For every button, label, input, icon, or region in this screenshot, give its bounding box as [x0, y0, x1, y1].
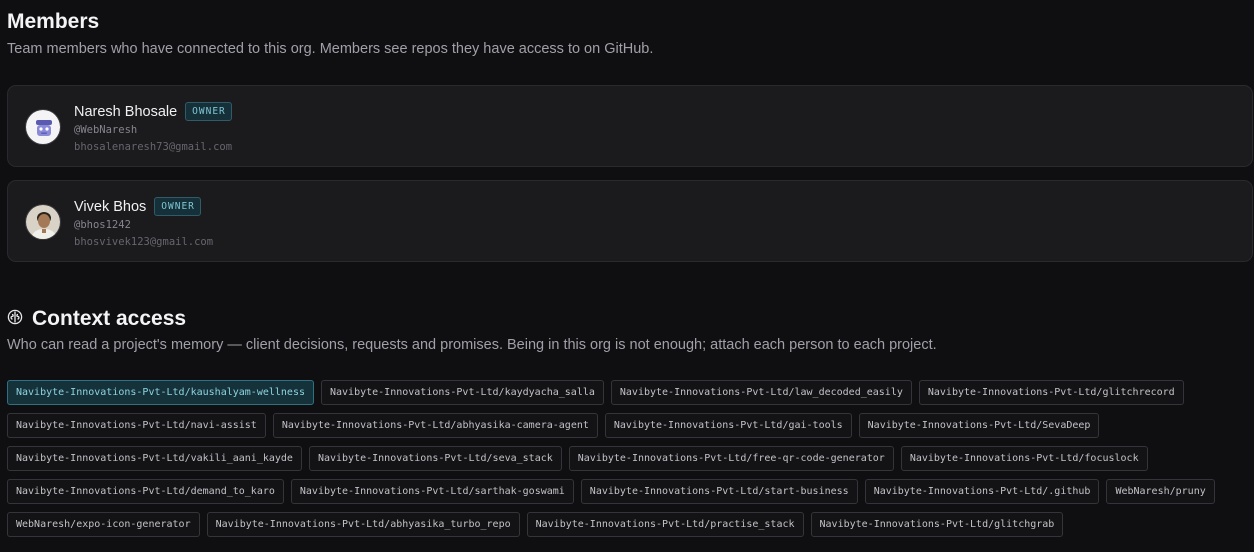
brain-icon — [7, 307, 32, 331]
project-tag[interactable]: Navibyte-Innovations-Pvt-Ltd/SevaDeep — [858, 413, 1100, 438]
member-card: Naresh Bhosale OWNER @WebNaresh bhosalen… — [7, 85, 1253, 167]
avatar — [25, 204, 61, 240]
members-subtitle: Team members who have connected to this … — [7, 41, 654, 57]
member-name: Vivek Bhos — [74, 198, 147, 215]
role-badge: OWNER — [185, 102, 232, 121]
avatar — [25, 109, 61, 145]
project-tag[interactable]: Navibyte-Innovations-Pvt-Ltd/start-busin… — [580, 479, 858, 504]
project-tag[interactable]: Navibyte-Innovations-Pvt-Ltd/law_decoded… — [610, 380, 912, 405]
project-tag[interactable]: Navibyte-Innovations-Pvt-Ltd/abhyasika-c… — [272, 413, 598, 438]
robot-avatar-icon — [26, 110, 60, 144]
project-tag[interactable]: Navibyte-Innovations-Pvt-Ltd/kaydyacha_s… — [320, 380, 604, 405]
person-avatar-icon — [26, 205, 60, 239]
project-tag[interactable]: Navibyte-Innovations-Pvt-Ltd/glitchgrab — [810, 512, 1064, 537]
project-tag[interactable]: Navibyte-Innovations-Pvt-Ltd/demand_to_k… — [7, 479, 284, 504]
context-access-subtitle: Who can read a project's memory — client… — [7, 337, 937, 353]
context-access-title: Context access — [32, 307, 187, 330]
member-handle: @bhos1242 — [74, 219, 131, 231]
project-tag[interactable]: Navibyte-Innovations-Pvt-Ltd/sarthak-gos… — [290, 479, 574, 504]
project-tag[interactable]: Navibyte-Innovations-Pvt-Ltd/navi-assist — [7, 413, 266, 438]
member-name: Naresh Bhosale — [74, 103, 178, 120]
role-badge: OWNER — [154, 197, 201, 216]
project-tag[interactable]: WebNaresh/expo-icon-generator — [7, 512, 200, 537]
project-tag[interactable]: Navibyte-Innovations-Pvt-Ltd/kaushalyam-… — [7, 380, 314, 405]
project-tag[interactable]: WebNaresh/pruny — [1106, 479, 1215, 504]
project-tag[interactable]: Navibyte-Innovations-Pvt-Ltd/gai-tools — [604, 413, 852, 438]
project-tag[interactable]: Navibyte-Innovations-Pvt-Ltd/free-qr-cod… — [568, 446, 894, 471]
member-email: bhosalenaresh73@gmail.com — [74, 141, 233, 153]
member-card: Vivek Bhos OWNER @bhos1242 bhosvivek123@… — [7, 180, 1253, 262]
project-tag[interactable]: Navibyte-Innovations-Pvt-Ltd/.github — [864, 479, 1100, 504]
member-name-row: Naresh Bhosale OWNER — [74, 102, 232, 121]
member-name-row: Vivek Bhos OWNER — [74, 197, 201, 216]
members-title: Members — [7, 10, 100, 33]
project-tag[interactable]: Navibyte-Innovations-Pvt-Ltd/seva_stack — [308, 446, 562, 471]
project-tag[interactable]: Navibyte-Innovations-Pvt-Ltd/practise_st… — [526, 512, 804, 537]
project-tag[interactable]: Navibyte-Innovations-Pvt-Ltd/glitchrecor… — [918, 380, 1184, 405]
project-tag[interactable]: Navibyte-Innovations-Pvt-Ltd/abhyasika_t… — [206, 512, 520, 537]
member-email: bhosvivek123@gmail.com — [74, 236, 214, 248]
project-tag[interactable]: Navibyte-Innovations-Pvt-Ltd/vakili_aani… — [7, 446, 302, 471]
project-tag-list: Navibyte-Innovations-Pvt-Ltd/kaushalyam-… — [7, 380, 1247, 537]
project-tag[interactable]: Navibyte-Innovations-Pvt-Ltd/focuslock — [900, 446, 1148, 471]
context-access-title-row: Context access — [7, 307, 186, 331]
member-handle: @WebNaresh — [74, 124, 138, 136]
